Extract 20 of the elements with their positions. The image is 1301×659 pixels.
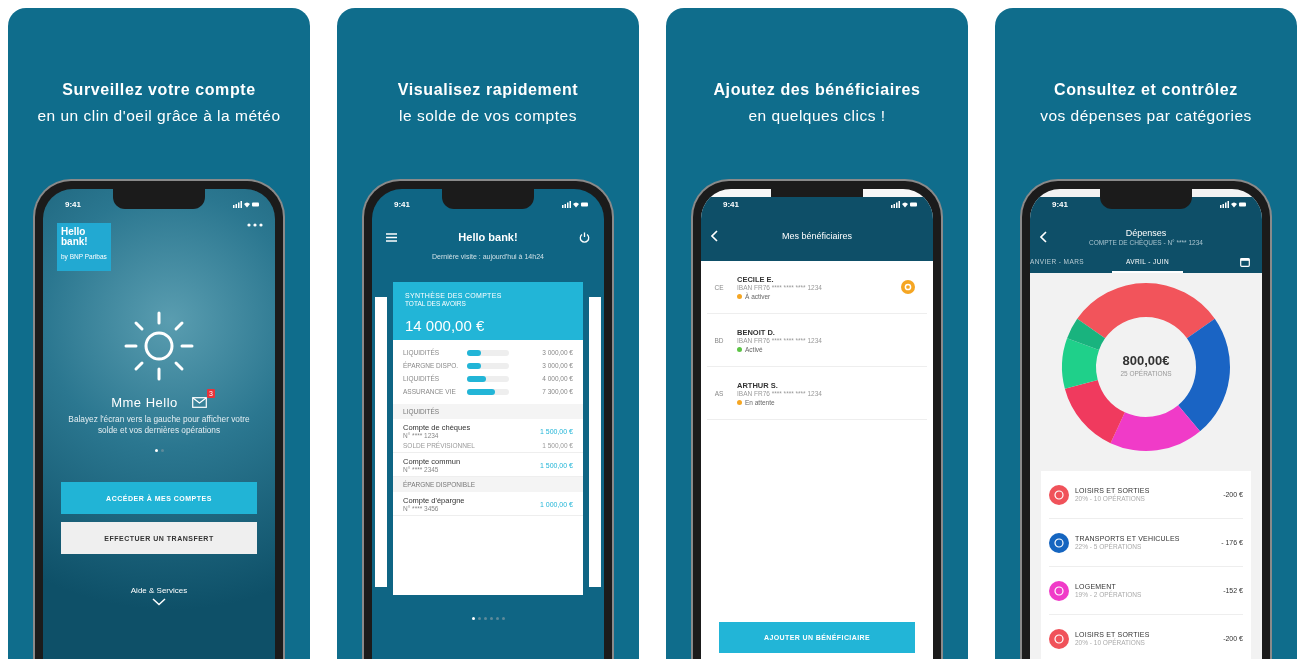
total-amount: 800,00€	[1121, 353, 1171, 368]
screen-title: Dépenses	[1124, 228, 1168, 238]
panel-title: Surveillez votre compte	[61, 80, 257, 100]
screen-title: Mes bénéficiaires	[782, 231, 852, 241]
panel-subtitle: en un clin d'oeil grâce à la météo	[37, 106, 281, 126]
help-link[interactable]: Aide & Services	[130, 586, 188, 595]
swipe-hint: Balayez l'écran vers la gauche pour afficher votre solde et vos dernières opérations	[67, 414, 251, 435]
status-time: 9:41	[394, 199, 410, 209]
status-time: 9:41	[723, 199, 739, 209]
panel-title: Ajoutez des bénéficiaires	[713, 80, 921, 100]
status-time: 9:41	[65, 199, 81, 209]
app-title: Hello bank!	[458, 231, 518, 243]
panel-title: Visualisez rapidement	[397, 80, 579, 100]
panel-subtitle: en quelques clics !	[747, 106, 887, 126]
user-name: Mme Hello	[111, 395, 178, 410]
status-time: 9:41	[1052, 199, 1068, 209]
total-balance: 14 000,00 €	[405, 317, 486, 334]
panel-subtitle: le solde de vos comptes	[398, 106, 578, 126]
panel-title: Consultez et contrôlez	[1053, 80, 1239, 100]
panel-subtitle: vos dépenses par catégories	[1040, 106, 1252, 126]
